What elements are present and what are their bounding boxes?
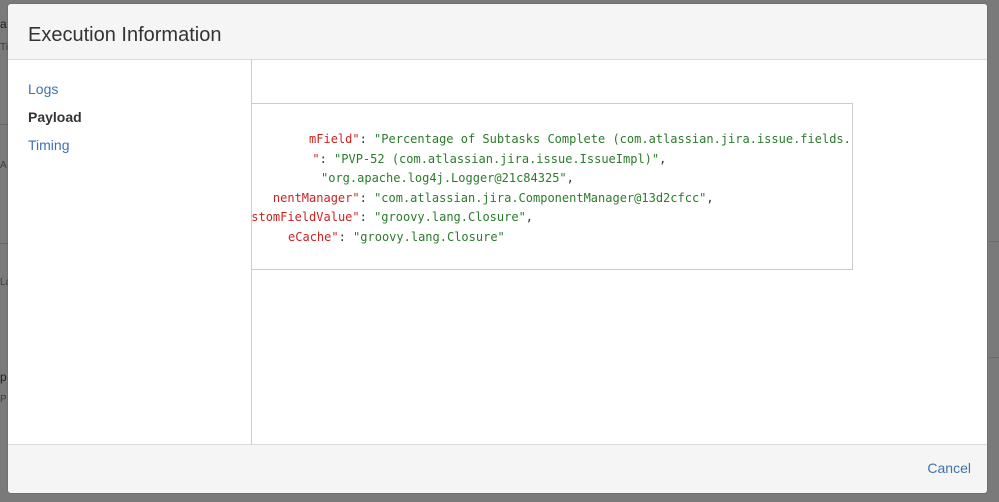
payload-value: "groovy.lang.Closure" <box>374 210 526 224</box>
background-divider <box>989 357 999 358</box>
nav-item-logs[interactable]: Logs <box>28 80 58 98</box>
nav-item-timing[interactable]: Timing <box>28 136 70 154</box>
dialog-header: Execution Information <box>8 4 987 60</box>
dialog-footer: Cancel <box>8 444 987 493</box>
payload-line: ": "PVP-52 (com.atlassian.jira.issue.Iss… <box>312 150 852 170</box>
payload-punctuation: , <box>659 151 667 166</box>
payload-punctuation: : <box>359 132 375 146</box>
payload-punctuation: : <box>359 210 375 224</box>
payload-key: mField" <box>309 132 360 146</box>
background-divider <box>989 241 999 242</box>
dialog-sidebar: Logs Payload Timing <box>8 60 252 444</box>
payload-key: " <box>312 151 320 166</box>
payload-line: mField": "Percentage of Subtasks Complet… <box>309 130 852 150</box>
nav-item-payload[interactable]: Payload <box>28 108 82 126</box>
payload-code-block[interactable]: mField": "Percentage of Subtasks Complet… <box>252 103 853 270</box>
payload-value: "groovy.lang.Closure" <box>353 229 505 244</box>
payload-line: eCache": "groovy.lang.Closure" <box>288 228 852 248</box>
payload-value: "org.apache.log4j.Logger@21c84325" <box>321 171 567 185</box>
payload-value: "Percentage of Subtasks Complete (com.at… <box>374 132 852 146</box>
dialog-title: Execution Information <box>28 24 222 46</box>
payload-line: stomFieldValue": "groovy.lang.Closure", <box>252 208 852 228</box>
background-text: a <box>0 17 7 31</box>
payload-punctuation: , <box>566 171 574 185</box>
payload-key: eCache" <box>288 229 339 244</box>
execution-info-dialog: Execution Information Logs Payload Timin… <box>8 4 987 493</box>
cancel-button[interactable]: Cancel <box>927 459 971 477</box>
background-divider <box>0 243 8 244</box>
payload-panel: mField": "Percentage of Subtasks Complet… <box>252 60 987 444</box>
payload-punctuation: : <box>319 151 335 166</box>
payload-punctuation: : <box>338 229 354 244</box>
background-text: p <box>0 370 7 384</box>
payload-punctuation: , <box>525 210 534 224</box>
payload-key: stomFieldValue" <box>252 210 360 224</box>
payload-punctuation <box>314 171 321 185</box>
background-text: P <box>0 394 7 405</box>
payload-line: "org.apache.log4j.Logger@21c84325", <box>314 169 852 189</box>
payload-line: nentManager": "com.atlassian.jira.Compon… <box>272 189 852 209</box>
payload-value: "PVP-52 (com.atlassian.jira.issue.IssueI… <box>334 151 660 166</box>
payload-punctuation: : <box>359 190 375 205</box>
payload-key: nentManager" <box>272 190 360 205</box>
payload-punctuation: , <box>706 190 714 205</box>
background-text: A <box>0 160 7 171</box>
payload-json: mField": "Percentage of Subtasks Complet… <box>252 130 852 248</box>
background-divider <box>0 124 8 125</box>
payload-value: "com.atlassian.jira.ComponentManager@13d… <box>374 190 707 205</box>
background-text: Ti <box>0 42 8 53</box>
